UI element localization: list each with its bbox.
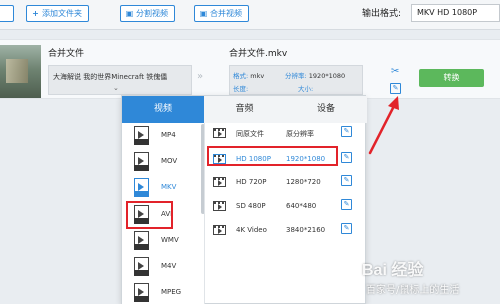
watermark: Bai 经验 百家号/鼠标上的生活 bbox=[362, 256, 500, 304]
split-video-button[interactable]: ▣ 分割视频 bbox=[120, 5, 175, 22]
hd1080-annotation-box bbox=[207, 146, 338, 166]
target-title: 合并文件.mkv bbox=[229, 49, 288, 59]
add-file-button[interactable] bbox=[0, 5, 14, 22]
merge-video-button[interactable]: ▣ 合并视频 bbox=[194, 5, 249, 22]
format-label: M4V bbox=[161, 262, 177, 270]
video-thumbnail bbox=[0, 45, 41, 98]
video-file-icon bbox=[134, 283, 149, 302]
watermark-brand: Bai 经验 bbox=[362, 262, 424, 279]
format-value: mkv bbox=[250, 72, 265, 80]
film-icon bbox=[213, 225, 226, 235]
add-folder-label: 添加文件夹 bbox=[42, 9, 82, 18]
format-label: MPEG bbox=[161, 288, 182, 296]
tab-video[interactable]: 视频 bbox=[122, 96, 204, 123]
format-dropdown-panel: 视频 音频 设备 MP4 MOV MKV AVI WMV M4V MPEG 同原… bbox=[121, 95, 367, 304]
format-item-mpeg[interactable]: MPEG bbox=[130, 279, 200, 304]
top-toolbar: + 添加文件夹 ▣ 分割视频 ▣ 合并视频 输出格式: MKV HD 1080P bbox=[0, 0, 500, 30]
target-info-box: 格式: mkv 分辨率: 1920*1080 长度: 大小: bbox=[229, 65, 363, 95]
format-info: 格式: mkv bbox=[233, 70, 264, 80]
quality-item-sd480[interactable]: SD 480P 640*480 ✎ bbox=[206, 193, 366, 219]
resolution-info: 分辨率: 1920*1080 bbox=[285, 70, 345, 80]
video-file-icon bbox=[134, 231, 149, 250]
format-item-m4v[interactable]: M4V bbox=[130, 253, 200, 281]
duration-info: 长度: bbox=[233, 83, 248, 93]
add-folder-button[interactable]: + 添加文件夹 bbox=[26, 5, 89, 22]
resolution-value: 1920*1080 bbox=[308, 72, 346, 80]
watermark-sub: 百家号/鼠标上的生活 bbox=[366, 285, 460, 296]
quality-name: SD 480P bbox=[236, 202, 266, 210]
video-file-icon bbox=[134, 152, 149, 171]
edit-icon[interactable]: ✎ bbox=[341, 199, 352, 210]
video-file-icon bbox=[134, 178, 149, 197]
quality-resolution: 原分辨率 bbox=[286, 130, 314, 138]
convert-button[interactable]: 转换 bbox=[419, 69, 484, 87]
video-file-icon bbox=[134, 126, 149, 145]
output-format-select[interactable]: MKV HD 1080P bbox=[411, 4, 500, 22]
tab-device[interactable]: 设备 bbox=[285, 96, 367, 123]
edit-icon[interactable]: ✎ bbox=[390, 83, 401, 94]
quality-name: 同原文件 bbox=[236, 130, 264, 138]
quality-item-hd720[interactable]: HD 720P 1280*720 ✎ bbox=[206, 169, 366, 195]
split-icon: ▣ bbox=[125, 9, 134, 18]
panel-divider bbox=[204, 123, 205, 304]
format-item-mkv[interactable]: MKV bbox=[130, 174, 200, 202]
edit-icon[interactable]: ✎ bbox=[341, 152, 352, 163]
format-item-mov[interactable]: MOV bbox=[130, 148, 200, 176]
size-key: 大小: bbox=[298, 85, 314, 93]
plus-icon: + bbox=[32, 9, 39, 18]
edit-icon[interactable]: ✎ bbox=[341, 175, 352, 186]
format-list: MP4 MOV MKV AVI WMV M4V MPEG bbox=[122, 123, 204, 304]
film-icon bbox=[213, 128, 226, 138]
format-item-mp4[interactable]: MP4 bbox=[130, 122, 200, 150]
format-label: WMV bbox=[161, 236, 179, 244]
size-info: 大小: bbox=[298, 83, 313, 93]
source-file-name: 大海解说 我的世界Minecraft 铁傀儡 bbox=[53, 73, 168, 81]
edit-icon[interactable]: ✎ bbox=[341, 223, 352, 234]
quality-item-4k[interactable]: 4K Video 3840*2160 ✎ bbox=[206, 217, 366, 243]
format-label: MP4 bbox=[161, 131, 176, 139]
mkv-annotation-box bbox=[126, 201, 173, 229]
format-label: MOV bbox=[161, 157, 178, 165]
edit-icon[interactable]: ✎ bbox=[341, 126, 352, 137]
resolution-key: 分辨率: bbox=[285, 72, 307, 80]
merge-icon: ▣ bbox=[199, 9, 208, 18]
format-label: MKV bbox=[161, 183, 177, 191]
duration-key: 长度: bbox=[233, 85, 249, 93]
split-video-label: 分割视频 bbox=[136, 9, 168, 18]
quality-name: 4K Video bbox=[236, 226, 267, 234]
merge-video-label: 合并视频 bbox=[210, 9, 242, 18]
film-icon bbox=[213, 201, 226, 211]
quality-resolution: 1280*720 bbox=[286, 178, 321, 186]
tab-audio[interactable]: 音频 bbox=[204, 96, 285, 123]
chevron-down-icon[interactable]: ⌄ bbox=[113, 84, 119, 92]
source-file-select[interactable]: 大海解说 我的世界Minecraft 铁傀儡 bbox=[48, 65, 192, 95]
scissors-icon[interactable]: ✂ bbox=[391, 66, 399, 77]
arrow-right-icon: » bbox=[197, 71, 204, 82]
film-icon bbox=[213, 177, 226, 187]
quality-resolution: 640*480 bbox=[286, 202, 317, 210]
format-key: 格式: bbox=[233, 72, 249, 80]
output-format-label: 输出格式: bbox=[362, 9, 402, 19]
quality-resolution: 3840*2160 bbox=[286, 226, 326, 234]
source-title: 合并文件 bbox=[48, 49, 85, 59]
video-file-icon bbox=[134, 257, 149, 276]
quality-item-original[interactable]: 同原文件 原分辨率 ✎ bbox=[206, 120, 366, 146]
format-item-wmv[interactable]: WMV bbox=[130, 227, 200, 255]
quality-name: HD 720P bbox=[236, 178, 267, 186]
